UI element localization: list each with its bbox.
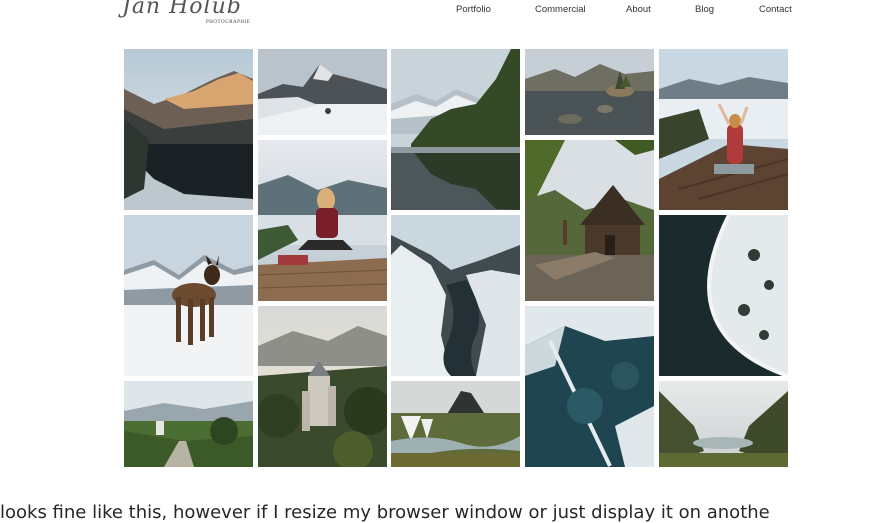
photo-snowy-lakeshore-aerial[interactable] [659,215,788,376]
photo-castle-forest[interactable] [258,306,387,467]
photo-misty-valley[interactable] [659,381,788,467]
photo-green-valley[interactable] [124,381,253,467]
nav-blog[interactable]: Blog [695,4,714,15]
site-header: Jan Holub PHOTOGRAPHIE Portfolio Commerc… [0,0,876,30]
nav-commercial[interactable]: Commercial [535,4,586,15]
main-nav: Portfolio Commercial About Blog Contact [0,4,876,18]
photo-gallery [124,49,788,467]
photo-woman-above-clouds[interactable] [659,49,788,210]
photo-winding-river[interactable] [391,215,520,376]
photo-alpine-lake-reflection[interactable] [391,49,520,210]
photo-snowy-peaks[interactable] [258,49,387,135]
photo-waterfalls-mountain[interactable] [391,381,520,467]
photo-frozen-lake-aerial[interactable] [525,306,654,467]
nav-about[interactable]: About [626,4,651,15]
logo-subtitle: PHOTOGRAPHIE [206,20,251,25]
caption-text: looks fine like this, however if I resiz… [0,502,770,523]
nav-portfolio[interactable]: Portfolio [456,4,491,15]
photo-lake-island[interactable] [525,49,654,135]
nav-contact[interactable]: Contact [759,4,792,15]
photo-mountain-lake[interactable] [124,49,253,210]
photo-dog-in-snow[interactable] [124,215,253,376]
photo-wooden-cabin[interactable] [525,140,654,301]
photo-woman-on-dock[interactable] [258,140,387,301]
